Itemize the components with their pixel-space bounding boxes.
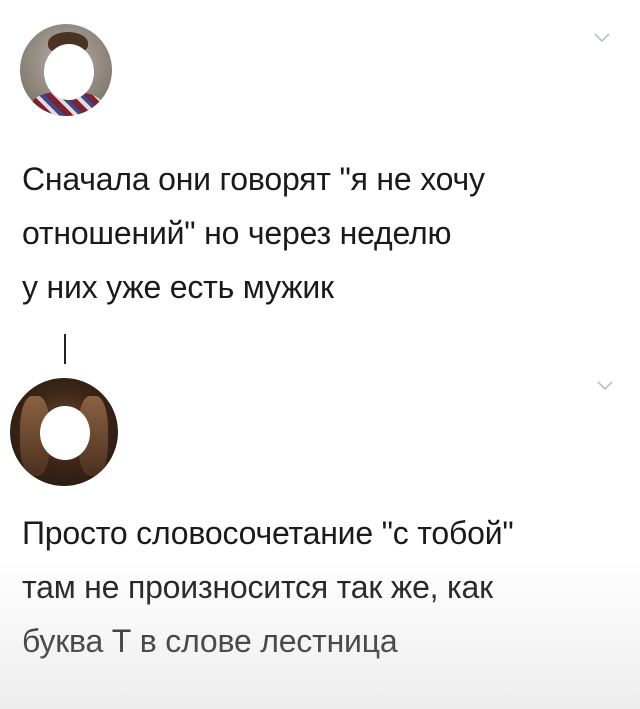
tweet-1: Сначала они говорят "я не хочу отношений… <box>0 0 640 330</box>
chevron-down-icon[interactable] <box>597 381 613 391</box>
avatar-face-blur <box>44 44 94 100</box>
tweet-text-line: отношений" но через неделю <box>22 215 452 251</box>
tweet-2: Просто словосочетание "с тобой" там не п… <box>0 330 640 709</box>
tweet-text-line: у них уже есть мужик <box>22 269 334 305</box>
tweet-text: Сначала они говорят "я не хочу отношений… <box>22 152 622 314</box>
tweet-text: Просто словосочетание "с тобой" там не п… <box>22 506 622 668</box>
tweet-text-line: Сначала они говорят "я не хочу <box>22 161 485 197</box>
user-avatar[interactable] <box>20 24 112 116</box>
tweet-text-line: там не произносится так же, как <box>22 569 493 605</box>
user-avatar[interactable] <box>10 378 118 486</box>
avatar-face-blur <box>40 406 90 460</box>
chevron-down-icon[interactable] <box>594 33 610 43</box>
tweet-text-line: Просто словосочетание "с тобой" <box>22 515 514 551</box>
tweet-text-line: буква Т в слове лестница <box>22 623 398 659</box>
